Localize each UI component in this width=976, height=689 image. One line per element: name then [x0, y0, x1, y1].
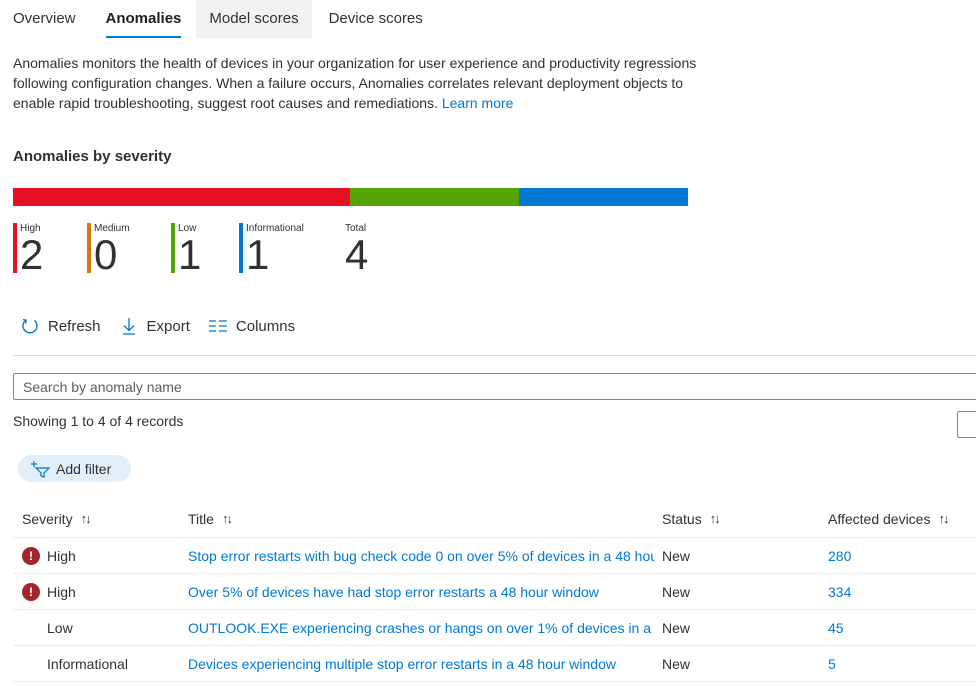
- affected-cell: 5: [828, 646, 976, 681]
- severity-bar-high: [13, 188, 350, 206]
- count-value: 0: [94, 231, 118, 278]
- high-stripe: [13, 223, 17, 273]
- sort-icon: ↑↓: [80, 511, 92, 526]
- sort-icon: ↑↓: [938, 511, 949, 526]
- header-label: Status: [662, 510, 702, 527]
- severity-bar-informational: [519, 188, 688, 206]
- columns-label: Columns: [235, 317, 296, 335]
- refresh-label: Refresh: [48, 317, 101, 335]
- header-label: Severity: [22, 510, 73, 527]
- export-button[interactable]: Export: [119, 316, 190, 336]
- learn-more-link[interactable]: Learn more: [442, 95, 514, 111]
- severity-text: Low: [47, 619, 73, 636]
- severity-cell: ! High: [22, 538, 182, 573]
- informational-stripe: [239, 223, 243, 273]
- columns-icon: [208, 316, 228, 336]
- severity-bar: [13, 188, 688, 206]
- low-stripe: [171, 223, 175, 273]
- column-header-status[interactable]: Status ↑↓: [662, 500, 822, 537]
- affected-cell: 280: [828, 538, 976, 573]
- sort-icon: ↑↓: [709, 511, 721, 526]
- anomaly-title-link[interactable]: Over 5% of devices have had stop error r…: [188, 584, 599, 600]
- anomalies-table: Severity ↑↓ Title ↑↓ Status ↑↓ Affected dev…: [13, 500, 976, 682]
- command-bar: Refresh Export Columns: [20, 316, 313, 336]
- count-value: 4: [345, 231, 369, 278]
- header-label: Affected devices: [828, 510, 931, 527]
- severity-counts: High 2 Medium 0 Low 1 Informational 1 To…: [13, 222, 398, 278]
- table-row[interactable]: Low OUTLOOK.EXE experiencing crashes or …: [13, 610, 976, 646]
- intro-description: Anomalies monitors the health of devices…: [13, 53, 703, 113]
- refresh-button[interactable]: Refresh: [20, 316, 101, 336]
- table-row[interactable]: ! High Over 5% of devices have had stop e…: [13, 574, 976, 610]
- count-high[interactable]: High 2: [13, 222, 87, 278]
- count-medium[interactable]: Medium 0: [87, 222, 171, 278]
- affected-cell: 334: [828, 574, 976, 609]
- add-filter-button[interactable]: Add filter: [18, 455, 132, 482]
- count-total: Total 4: [338, 222, 398, 278]
- title-cell: Over 5% of devices have had stop error r…: [188, 574, 654, 609]
- anomaly-title-link[interactable]: OUTLOOK.EXE experiencing crashes or hang…: [188, 620, 654, 636]
- table-header-row: Severity ↑↓ Title ↑↓ Status ↑↓ Affected dev…: [13, 500, 976, 538]
- severity-cell: Informational: [22, 646, 182, 681]
- tab-device-scores[interactable]: Device scores: [316, 0, 436, 38]
- count-value: 1: [178, 231, 202, 278]
- title-cell: Stop error restarts with bug check code …: [188, 538, 654, 573]
- count-value: 2: [20, 231, 44, 278]
- anomaly-title-link[interactable]: Devices experiencing multiple stop error…: [188, 656, 616, 672]
- affected-devices-link[interactable]: 280: [828, 548, 851, 564]
- severity-cell: Low: [22, 610, 182, 645]
- sort-icon: ↑↓: [221, 511, 233, 526]
- severity-text: Informational: [47, 655, 128, 672]
- tab-model-scores[interactable]: Model scores: [196, 0, 312, 38]
- records-count: Showing 1 to 4 of 4 records: [13, 413, 184, 429]
- table-row[interactable]: Informational Devices experiencing multi…: [13, 646, 976, 682]
- add-filter-icon: [30, 460, 50, 478]
- error-icon: !: [22, 546, 40, 565]
- count-low[interactable]: Low 1: [171, 222, 239, 278]
- column-header-affected-devices[interactable]: Affected devices ↑↓: [828, 500, 976, 537]
- severity-text: High: [47, 547, 76, 564]
- table-row[interactable]: ! High Stop error restarts with bug check…: [13, 538, 976, 574]
- tab-bar: Overview Anomalies Model scores Device s…: [0, 0, 436, 40]
- search-input[interactable]: [13, 373, 976, 400]
- affected-devices-link[interactable]: 45: [828, 620, 844, 636]
- medium-stripe: [87, 223, 91, 273]
- status-cell: New: [662, 583, 691, 600]
- severity-bar-low: [350, 188, 519, 206]
- count-informational[interactable]: Informational 1: [239, 222, 338, 278]
- title-cell: OUTLOOK.EXE experiencing crashes or hang…: [188, 610, 654, 645]
- status-cell: New: [662, 547, 691, 564]
- column-header-title[interactable]: Title ↑↓: [188, 500, 654, 537]
- title-cell: Devices experiencing multiple stop error…: [188, 646, 654, 681]
- error-icon: !: [22, 582, 40, 601]
- refresh-icon: [20, 316, 40, 336]
- tab-anomalies[interactable]: Anomalies: [93, 0, 195, 38]
- affected-cell: 45: [828, 610, 976, 645]
- page-size-selector[interactable]: [957, 411, 976, 438]
- add-filter-label: Add filter: [56, 460, 112, 477]
- status-cell: New: [662, 619, 691, 636]
- count-value: 1: [246, 231, 270, 278]
- tab-overview[interactable]: Overview: [0, 0, 89, 38]
- columns-button[interactable]: Columns: [208, 316, 295, 336]
- anomaly-title-link[interactable]: Stop error restarts with bug check code …: [188, 548, 654, 564]
- affected-devices-link[interactable]: 5: [828, 656, 836, 672]
- column-header-severity[interactable]: Severity ↑↓: [22, 500, 182, 537]
- header-label: Title: [188, 510, 214, 527]
- affected-devices-link[interactable]: 334: [828, 584, 851, 600]
- export-label: Export: [146, 317, 190, 335]
- severity-text: High: [47, 583, 76, 600]
- download-icon: [119, 316, 139, 336]
- severity-section-title: Anomalies by severity: [13, 148, 172, 165]
- intro-text: Anomalies monitors the health of devices…: [13, 55, 697, 111]
- toolbar-divider: [13, 355, 976, 356]
- status-cell: New: [662, 655, 691, 672]
- severity-cell: ! High: [22, 574, 182, 609]
